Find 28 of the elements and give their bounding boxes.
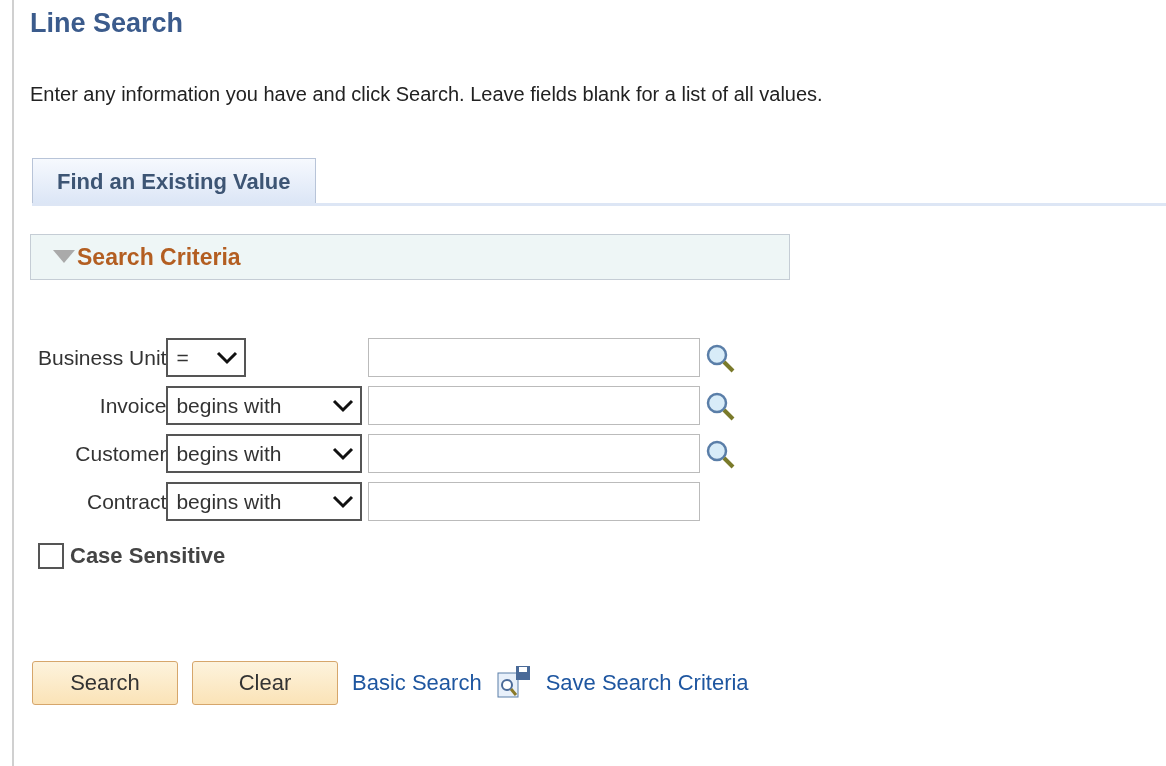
field-label: Invoice: [98, 393, 167, 418]
operator-dropdown[interactable]: begins with: [166, 482, 363, 521]
instructions-text: Enter any information you have and click Search. Leave fields blank for a list of all values.: [30, 83, 824, 106]
link[interactable]: Save Search Criteria: [545, 670, 749, 696]
operator-dropdown[interactable]: =: [166, 338, 247, 377]
save-search-icon[interactable]: [495, 665, 532, 701]
action-button[interactable]: Search: [32, 661, 178, 705]
section-header[interactable]: Search Criteria: [30, 234, 790, 280]
input-field[interactable]: [368, 434, 701, 473]
tab[interactable]: Find an Existing Value: [32, 158, 316, 203]
field-label: Business Unit: [38, 345, 167, 370]
operator-dropdown[interactable]: begins with: [166, 386, 363, 425]
checkbox-label: Case Sensitive: [70, 543, 226, 569]
checkbox[interactable]: [38, 543, 64, 569]
input-field[interactable]: [368, 482, 701, 521]
field-label: Contract: [86, 489, 167, 514]
field-label: Customer: [74, 441, 167, 466]
chevron-down-icon[interactable]: [332, 446, 355, 461]
action-button[interactable]: Clear: [192, 661, 338, 705]
input-field[interactable]: [368, 338, 701, 377]
chevron-down-icon[interactable]: [332, 398, 355, 413]
chevron-down-icon[interactable]: [216, 350, 239, 365]
link[interactable]: Basic Search: [352, 670, 482, 696]
input-field[interactable]: [368, 386, 701, 425]
operator-dropdown[interactable]: begins with: [166, 434, 363, 473]
section-title: Search Criteria: [77, 243, 241, 271]
chevron-down-icon[interactable]: [332, 494, 355, 509]
page-title: Line Search: [30, 8, 185, 39]
